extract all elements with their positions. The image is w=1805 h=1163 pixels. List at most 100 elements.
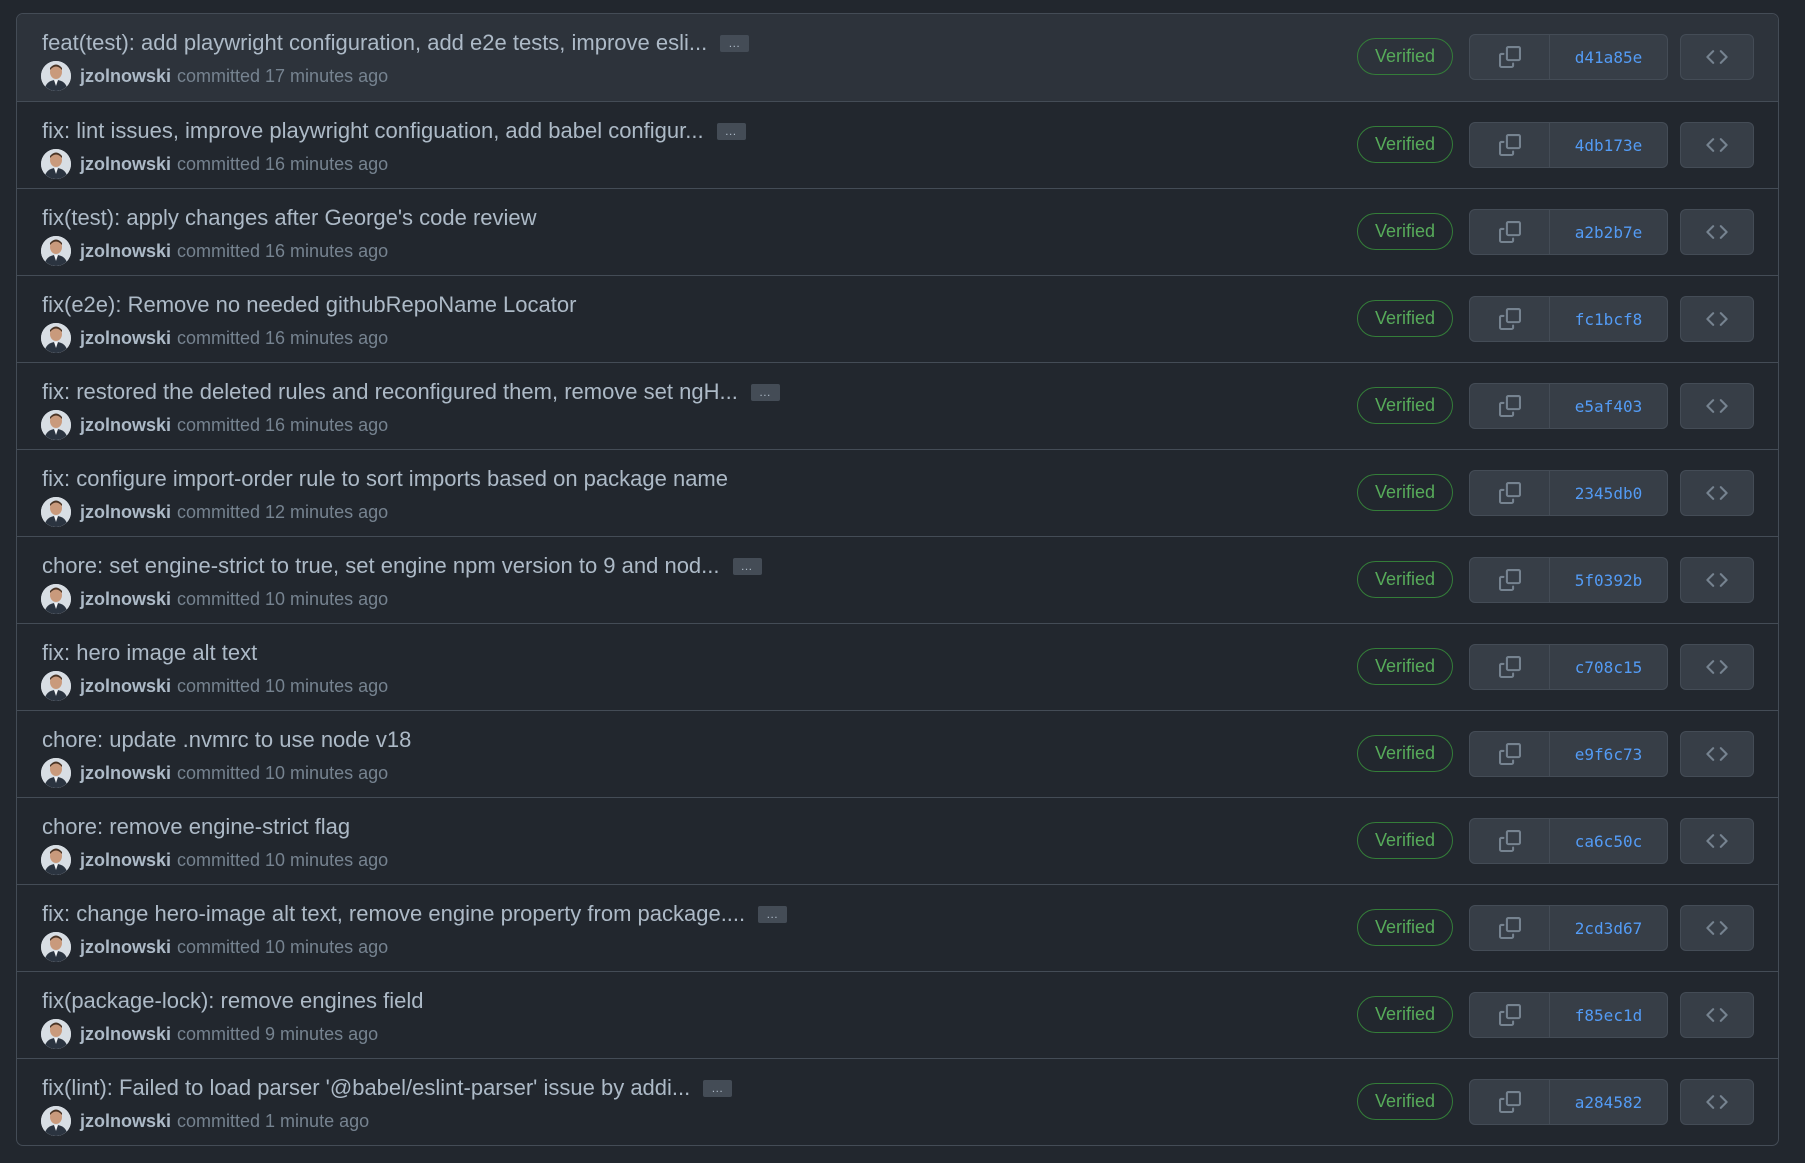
commit-sha-link[interactable]: ca6c50c	[1550, 819, 1667, 863]
avatar[interactable]	[41, 671, 71, 701]
code-icon	[1706, 834, 1728, 848]
verified-badge[interactable]: Verified	[1357, 38, 1453, 75]
verified-badge[interactable]: Verified	[1357, 213, 1453, 250]
commit-author[interactable]: jzolnowski	[80, 415, 171, 436]
avatar[interactable]	[41, 1019, 71, 1049]
browse-repository-button[interactable]	[1680, 731, 1754, 777]
verified-badge[interactable]: Verified	[1357, 996, 1453, 1033]
copy-sha-button[interactable]	[1470, 210, 1550, 254]
expand-message-button[interactable]: …	[720, 34, 750, 52]
sha-button-group: e5af403	[1469, 383, 1668, 429]
avatar[interactable]	[41, 410, 71, 440]
avatar[interactable]	[41, 497, 71, 527]
browse-repository-button[interactable]	[1680, 383, 1754, 429]
browse-repository-button[interactable]	[1680, 905, 1754, 951]
commit-message[interactable]: fix(e2e): Remove no needed githubRepoNam…	[42, 289, 576, 321]
expand-message-button[interactable]: …	[732, 557, 762, 575]
verified-badge[interactable]: Verified	[1357, 300, 1453, 337]
copy-sha-button[interactable]	[1470, 35, 1550, 79]
verified-badge[interactable]: Verified	[1357, 822, 1453, 859]
avatar[interactable]	[41, 149, 71, 179]
commit-author[interactable]: jzolnowski	[80, 937, 171, 958]
commit-message[interactable]: fix: change hero-image alt text, remove …	[42, 898, 745, 930]
expand-message-button[interactable]: …	[750, 383, 780, 401]
commit-author[interactable]: jzolnowski	[80, 502, 171, 523]
commit-sha-link[interactable]: 2cd3d67	[1550, 906, 1667, 950]
copy-sha-button[interactable]	[1470, 558, 1550, 602]
verified-badge[interactable]: Verified	[1357, 735, 1453, 772]
browse-repository-button[interactable]	[1680, 644, 1754, 690]
avatar[interactable]	[41, 758, 71, 788]
commit-message[interactable]: feat(test): add playwright configuration…	[42, 27, 707, 59]
verified-badge[interactable]: Verified	[1357, 1083, 1453, 1120]
commit-sha-link[interactable]: d41a85e	[1550, 35, 1667, 79]
commit-title: chore: update .nvmrc to use node v18	[42, 724, 411, 756]
browse-repository-button[interactable]	[1680, 818, 1754, 864]
commit-sha-link[interactable]: a284582	[1550, 1080, 1667, 1124]
avatar[interactable]	[41, 236, 71, 266]
commit-message[interactable]: chore: update .nvmrc to use node v18	[42, 724, 411, 756]
browse-repository-button[interactable]	[1680, 1079, 1754, 1125]
verified-badge[interactable]: Verified	[1357, 474, 1453, 511]
copy-sha-button[interactable]	[1470, 471, 1550, 515]
commit-message[interactable]: fix(test): apply changes after George's …	[42, 202, 537, 234]
commit-sha-link[interactable]: 2345db0	[1550, 471, 1667, 515]
verified-badge[interactable]: Verified	[1357, 561, 1453, 598]
commit-author[interactable]: jzolnowski	[80, 850, 171, 871]
commit-author[interactable]: jzolnowski	[80, 241, 171, 262]
avatar[interactable]	[41, 323, 71, 353]
verified-badge[interactable]: Verified	[1357, 648, 1453, 685]
expand-message-button[interactable]: …	[716, 122, 746, 140]
copy-sha-button[interactable]	[1470, 906, 1550, 950]
avatar[interactable]	[41, 1106, 71, 1136]
commit-message[interactable]: fix: restored the deleted rules and reco…	[42, 376, 738, 408]
commit-sha-link[interactable]: 4db173e	[1550, 123, 1667, 167]
copy-sha-button[interactable]	[1470, 297, 1550, 341]
commit-sha-link[interactable]: c708c15	[1550, 645, 1667, 689]
commit-author[interactable]: jzolnowski	[80, 1024, 171, 1045]
browse-repository-button[interactable]	[1680, 296, 1754, 342]
browse-repository-button[interactable]	[1680, 992, 1754, 1038]
verified-badge[interactable]: Verified	[1357, 126, 1453, 163]
commit-message[interactable]: fix(package-lock): remove engines field	[42, 985, 424, 1017]
expand-message-button[interactable]: …	[758, 905, 788, 923]
browse-repository-button[interactable]	[1680, 557, 1754, 603]
copy-sha-button[interactable]	[1470, 123, 1550, 167]
commit-author[interactable]: jzolnowski	[80, 589, 171, 610]
browse-repository-button[interactable]	[1680, 34, 1754, 80]
commit-message[interactable]: fix: configure import-order rule to sort…	[42, 463, 728, 495]
commit-sha-link[interactable]: fc1bcf8	[1550, 297, 1667, 341]
commit-message[interactable]: chore: set engine-strict to true, set en…	[42, 550, 720, 582]
browse-repository-button[interactable]	[1680, 122, 1754, 168]
commit-message[interactable]: fix: hero image alt text	[42, 637, 257, 669]
avatar[interactable]	[41, 845, 71, 875]
verified-badge[interactable]: Verified	[1357, 909, 1453, 946]
copy-sha-button[interactable]	[1470, 993, 1550, 1037]
copy-sha-button[interactable]	[1470, 384, 1550, 428]
commit-message[interactable]: fix: lint issues, improve playwright con…	[42, 115, 704, 147]
commit-author[interactable]: jzolnowski	[80, 763, 171, 784]
avatar[interactable]	[41, 932, 71, 962]
commit-message[interactable]: chore: remove engine-strict flag	[42, 811, 350, 843]
avatar[interactable]	[41, 584, 71, 614]
commit-sha-link[interactable]: e5af403	[1550, 384, 1667, 428]
copy-sha-button[interactable]	[1470, 819, 1550, 863]
avatar[interactable]	[41, 61, 71, 91]
commit-author[interactable]: jzolnowski	[80, 154, 171, 175]
expand-message-button[interactable]: …	[703, 1079, 733, 1097]
commit-sha-link[interactable]: e9f6c73	[1550, 732, 1667, 776]
copy-sha-button[interactable]	[1470, 645, 1550, 689]
commit-author[interactable]: jzolnowski	[80, 1111, 171, 1132]
copy-sha-button[interactable]	[1470, 732, 1550, 776]
commit-message[interactable]: fix(lint): Failed to load parser '@babel…	[42, 1072, 690, 1104]
browse-repository-button[interactable]	[1680, 209, 1754, 255]
commit-author[interactable]: jzolnowski	[80, 328, 171, 349]
commit-author[interactable]: jzolnowski	[80, 66, 171, 87]
copy-sha-button[interactable]	[1470, 1080, 1550, 1124]
commit-sha-link[interactable]: a2b2b7e	[1550, 210, 1667, 254]
browse-repository-button[interactable]	[1680, 470, 1754, 516]
commit-author[interactable]: jzolnowski	[80, 676, 171, 697]
verified-badge[interactable]: Verified	[1357, 387, 1453, 424]
commit-sha-link[interactable]: f85ec1d	[1550, 993, 1667, 1037]
commit-sha-link[interactable]: 5f0392b	[1550, 558, 1667, 602]
